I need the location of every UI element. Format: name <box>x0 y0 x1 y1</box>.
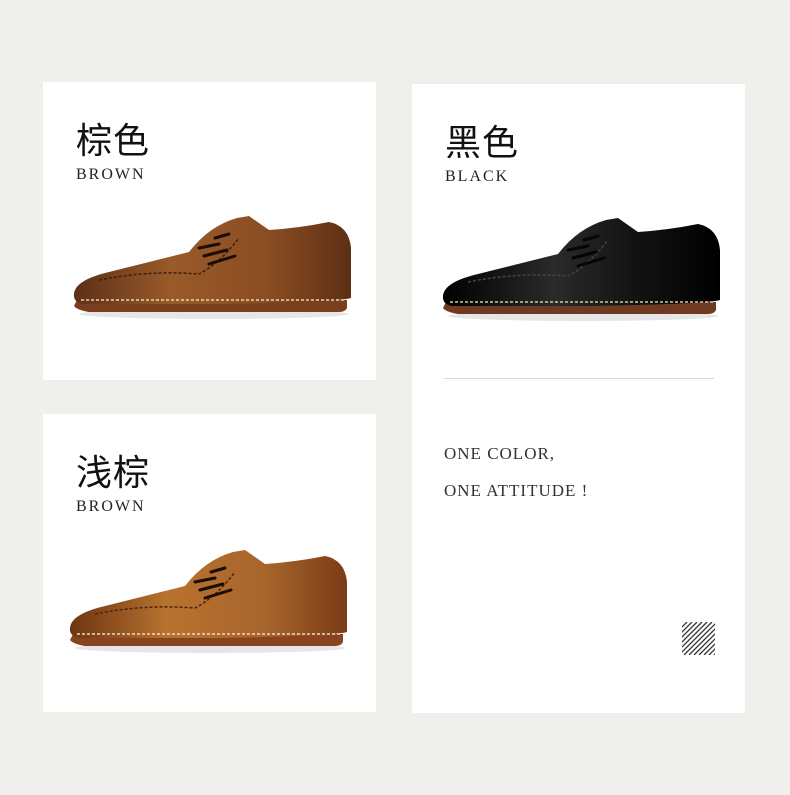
divider <box>444 378 714 379</box>
slogan-line-1: ONE COLOR, <box>444 444 556 463</box>
color-card-light-brown[interactable]: 浅棕 BROWN <box>43 414 376 712</box>
oxford-shoe-brown-icon <box>73 216 351 319</box>
color-title-cn: 浅棕 <box>76 453 151 494</box>
color-title-en: BLACK <box>445 168 510 185</box>
diagonal-stripes-icon <box>682 622 715 655</box>
color-title-cn: 棕色 <box>76 121 151 162</box>
color-title-en: BROWN <box>76 498 146 515</box>
color-title-cn: 黑色 <box>445 123 520 164</box>
color-card-black[interactable]: 黑色 BLACK ONE COLOR, ONE ATTITUDE ! <box>412 84 745 713</box>
color-card-brown[interactable]: 棕色 BROWN <box>43 82 376 380</box>
oxford-shoe-black-icon <box>442 218 720 321</box>
oxford-shoe-light-brown-icon <box>69 550 347 653</box>
color-title-en: BROWN <box>76 166 146 183</box>
slogan-line-2: ONE ATTITUDE ! <box>444 481 589 500</box>
